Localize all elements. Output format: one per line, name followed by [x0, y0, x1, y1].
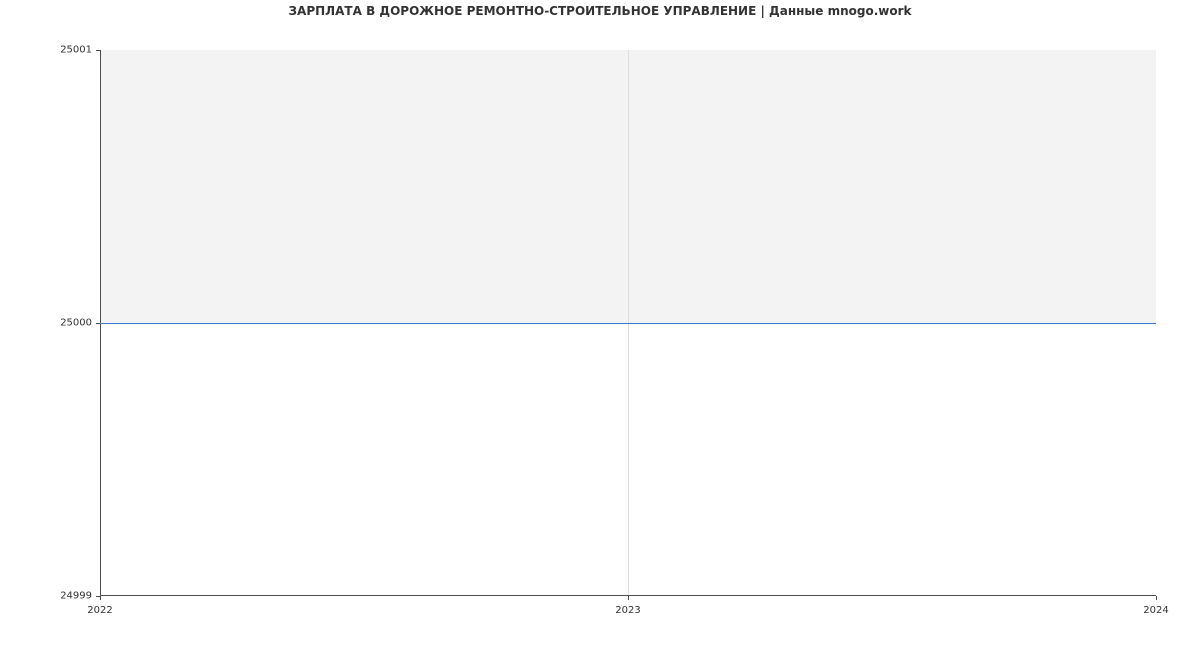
- y-tick-label: 24999: [60, 591, 100, 602]
- x-tick-label: 2024: [1143, 605, 1168, 616]
- x-tick-label: 2022: [87, 605, 112, 616]
- y-tick-label: 25001: [60, 45, 100, 56]
- x-tick-mark: [100, 596, 101, 600]
- x-tick-mark: [1156, 596, 1157, 600]
- x-tick-label: 2023: [615, 605, 640, 616]
- salary-line: [100, 323, 1156, 324]
- chart-title: ЗАРПЛАТА В ДОРОЖНОЕ РЕМОНТНО-СТРОИТЕЛЬНО…: [0, 4, 1200, 18]
- salary-chart: ЗАРПЛАТА В ДОРОЖНОЕ РЕМОНТНО-СТРОИТЕЛЬНО…: [0, 0, 1200, 650]
- plot-area: 2022 2023 2024 24999 25000 25001: [100, 50, 1156, 596]
- y-tick-label: 25000: [60, 318, 100, 329]
- x-tick-mark: [628, 596, 629, 600]
